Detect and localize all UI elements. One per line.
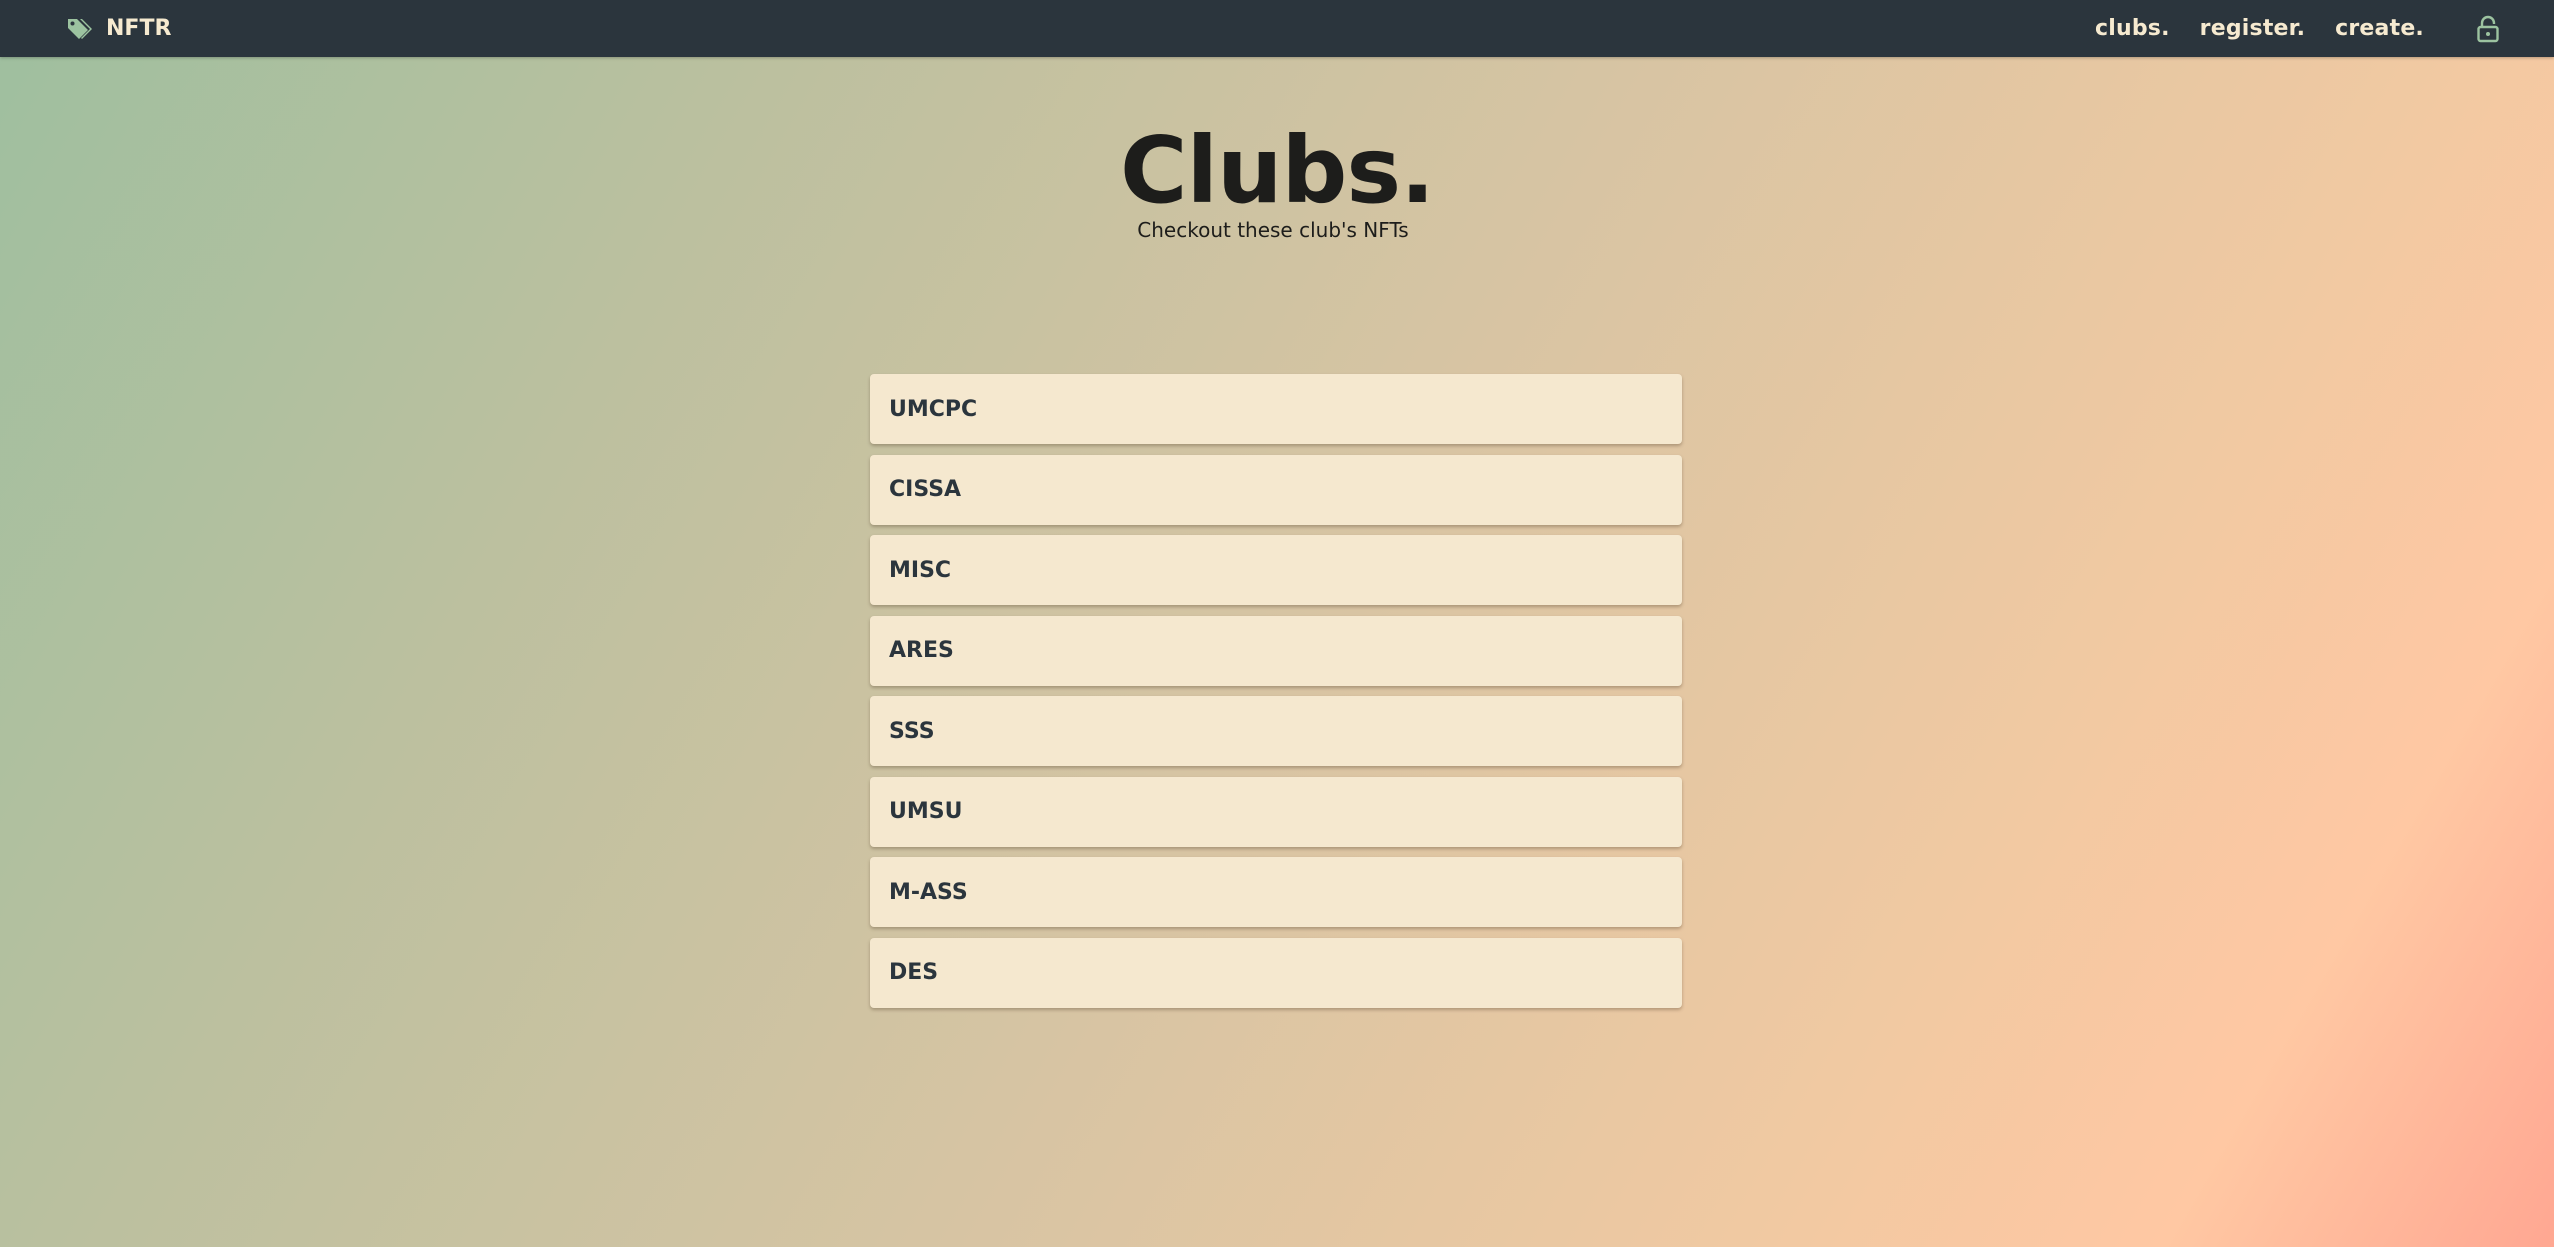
brand-link[interactable]: NFTR xyxy=(66,0,171,57)
club-item-cissa[interactable]: CISSA xyxy=(870,454,1682,525)
club-item-misc[interactable]: MISC xyxy=(870,535,1682,605)
top-navbar: NFTR clubs. register. create. xyxy=(0,0,2554,57)
club-item-umsu[interactable]: UMSU xyxy=(870,776,1682,847)
club-label: UMCPC xyxy=(889,396,978,422)
page-title: Clubs. xyxy=(1119,117,1435,224)
club-label: MISC xyxy=(889,557,952,583)
club-label: SSS xyxy=(889,718,935,744)
nav-link-create[interactable]: create. xyxy=(2335,16,2424,41)
club-label: ARES xyxy=(889,638,954,663)
club-item-m-ass[interactable]: M-ASS xyxy=(870,857,1682,927)
nav-link-clubs[interactable]: clubs. xyxy=(2095,16,2170,41)
club-item-des[interactable]: DES xyxy=(870,937,1682,1008)
club-item-ares[interactable]: ARES xyxy=(870,615,1682,686)
page-subtitle: Checkout these club's NFTs xyxy=(1137,217,1409,242)
club-list: UMCPC CISSA MISC ARES SSS UMSU M-ASS DES xyxy=(870,374,1682,1018)
nav-links: clubs. register. create. xyxy=(2095,0,2424,57)
club-label: CISSA xyxy=(889,477,962,502)
club-label: UMSU xyxy=(889,799,963,824)
lock-icon[interactable] xyxy=(2476,15,2500,43)
club-item-umcpc[interactable]: UMCPC xyxy=(870,374,1682,444)
tag-icon xyxy=(66,17,92,41)
hero: Clubs. Checkout these club's NFTs xyxy=(0,118,2554,242)
club-label: M-ASS xyxy=(889,879,968,905)
club-label: DES xyxy=(889,960,939,985)
club-item-sss[interactable]: SSS xyxy=(870,696,1682,766)
brand-name: NFTR xyxy=(106,16,172,41)
nav-link-register[interactable]: register. xyxy=(2200,16,2305,41)
